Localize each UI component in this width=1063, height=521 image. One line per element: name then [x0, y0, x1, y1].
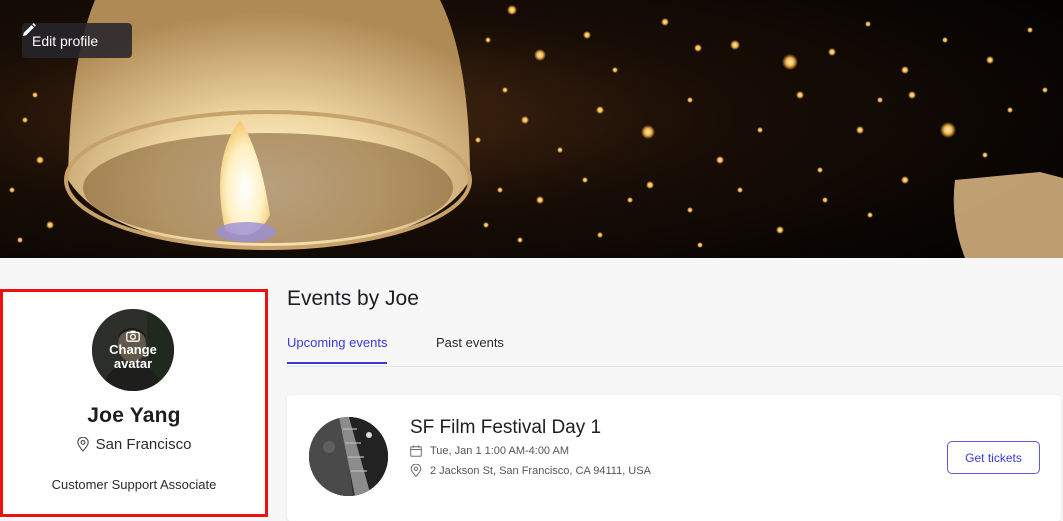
event-address-text: 2 Jackson St, San Francisco, CA 94111, U… — [430, 464, 651, 477]
avatar[interactable]: Change avatar — [92, 309, 174, 391]
change-avatar-overlay[interactable]: Change avatar — [92, 309, 174, 391]
event-date-text: Tue, Jan 1 1:00 AM-4:00 AM — [430, 445, 570, 457]
lantern-cover-illustration — [0, 0, 1063, 258]
cover-image: Edit profile — [0, 0, 1063, 258]
events-heading: Events by Joe — [287, 287, 419, 310]
event-thumbnail — [309, 417, 388, 496]
location-pin-icon — [410, 464, 422, 477]
tab-upcoming-events[interactable]: Upcoming events — [287, 335, 388, 364]
events-tabs: Upcoming events Past events — [287, 324, 1063, 367]
profile-location: San Francisco — [3, 436, 265, 453]
edit-profile-label: Edit profile — [32, 32, 99, 49]
profile-job-title: Customer Support Associate — [51, 477, 217, 492]
profile-card: Change avatar Joe Yang San Francisco Cus… — [0, 289, 268, 517]
tab-past-events[interactable]: Past events — [436, 335, 504, 362]
pencil-icon — [23, 23, 36, 36]
event-address: 2 Jackson St, San Francisco, CA 94111, U… — [410, 464, 651, 477]
event-thumbnail-image — [309, 417, 388, 496]
event-title[interactable]: SF Film Festival Day 1 — [410, 417, 601, 439]
get-tickets-button[interactable]: Get tickets — [947, 441, 1040, 474]
profile-location-text: San Francisco — [95, 436, 192, 453]
calendar-icon — [410, 445, 422, 457]
event-date: Tue, Jan 1 1:00 AM-4:00 AM — [410, 445, 569, 457]
event-card[interactable]: SF Film Festival Day 1 Tue, Jan 1 1:00 A… — [287, 395, 1061, 521]
camera-icon — [126, 330, 140, 342]
profile-name: Joe Yang — [87, 404, 181, 427]
change-avatar-label: Change avatar — [109, 341, 157, 371]
edit-profile-button[interactable]: Edit profile — [22, 23, 132, 58]
location-pin-icon — [76, 437, 89, 452]
